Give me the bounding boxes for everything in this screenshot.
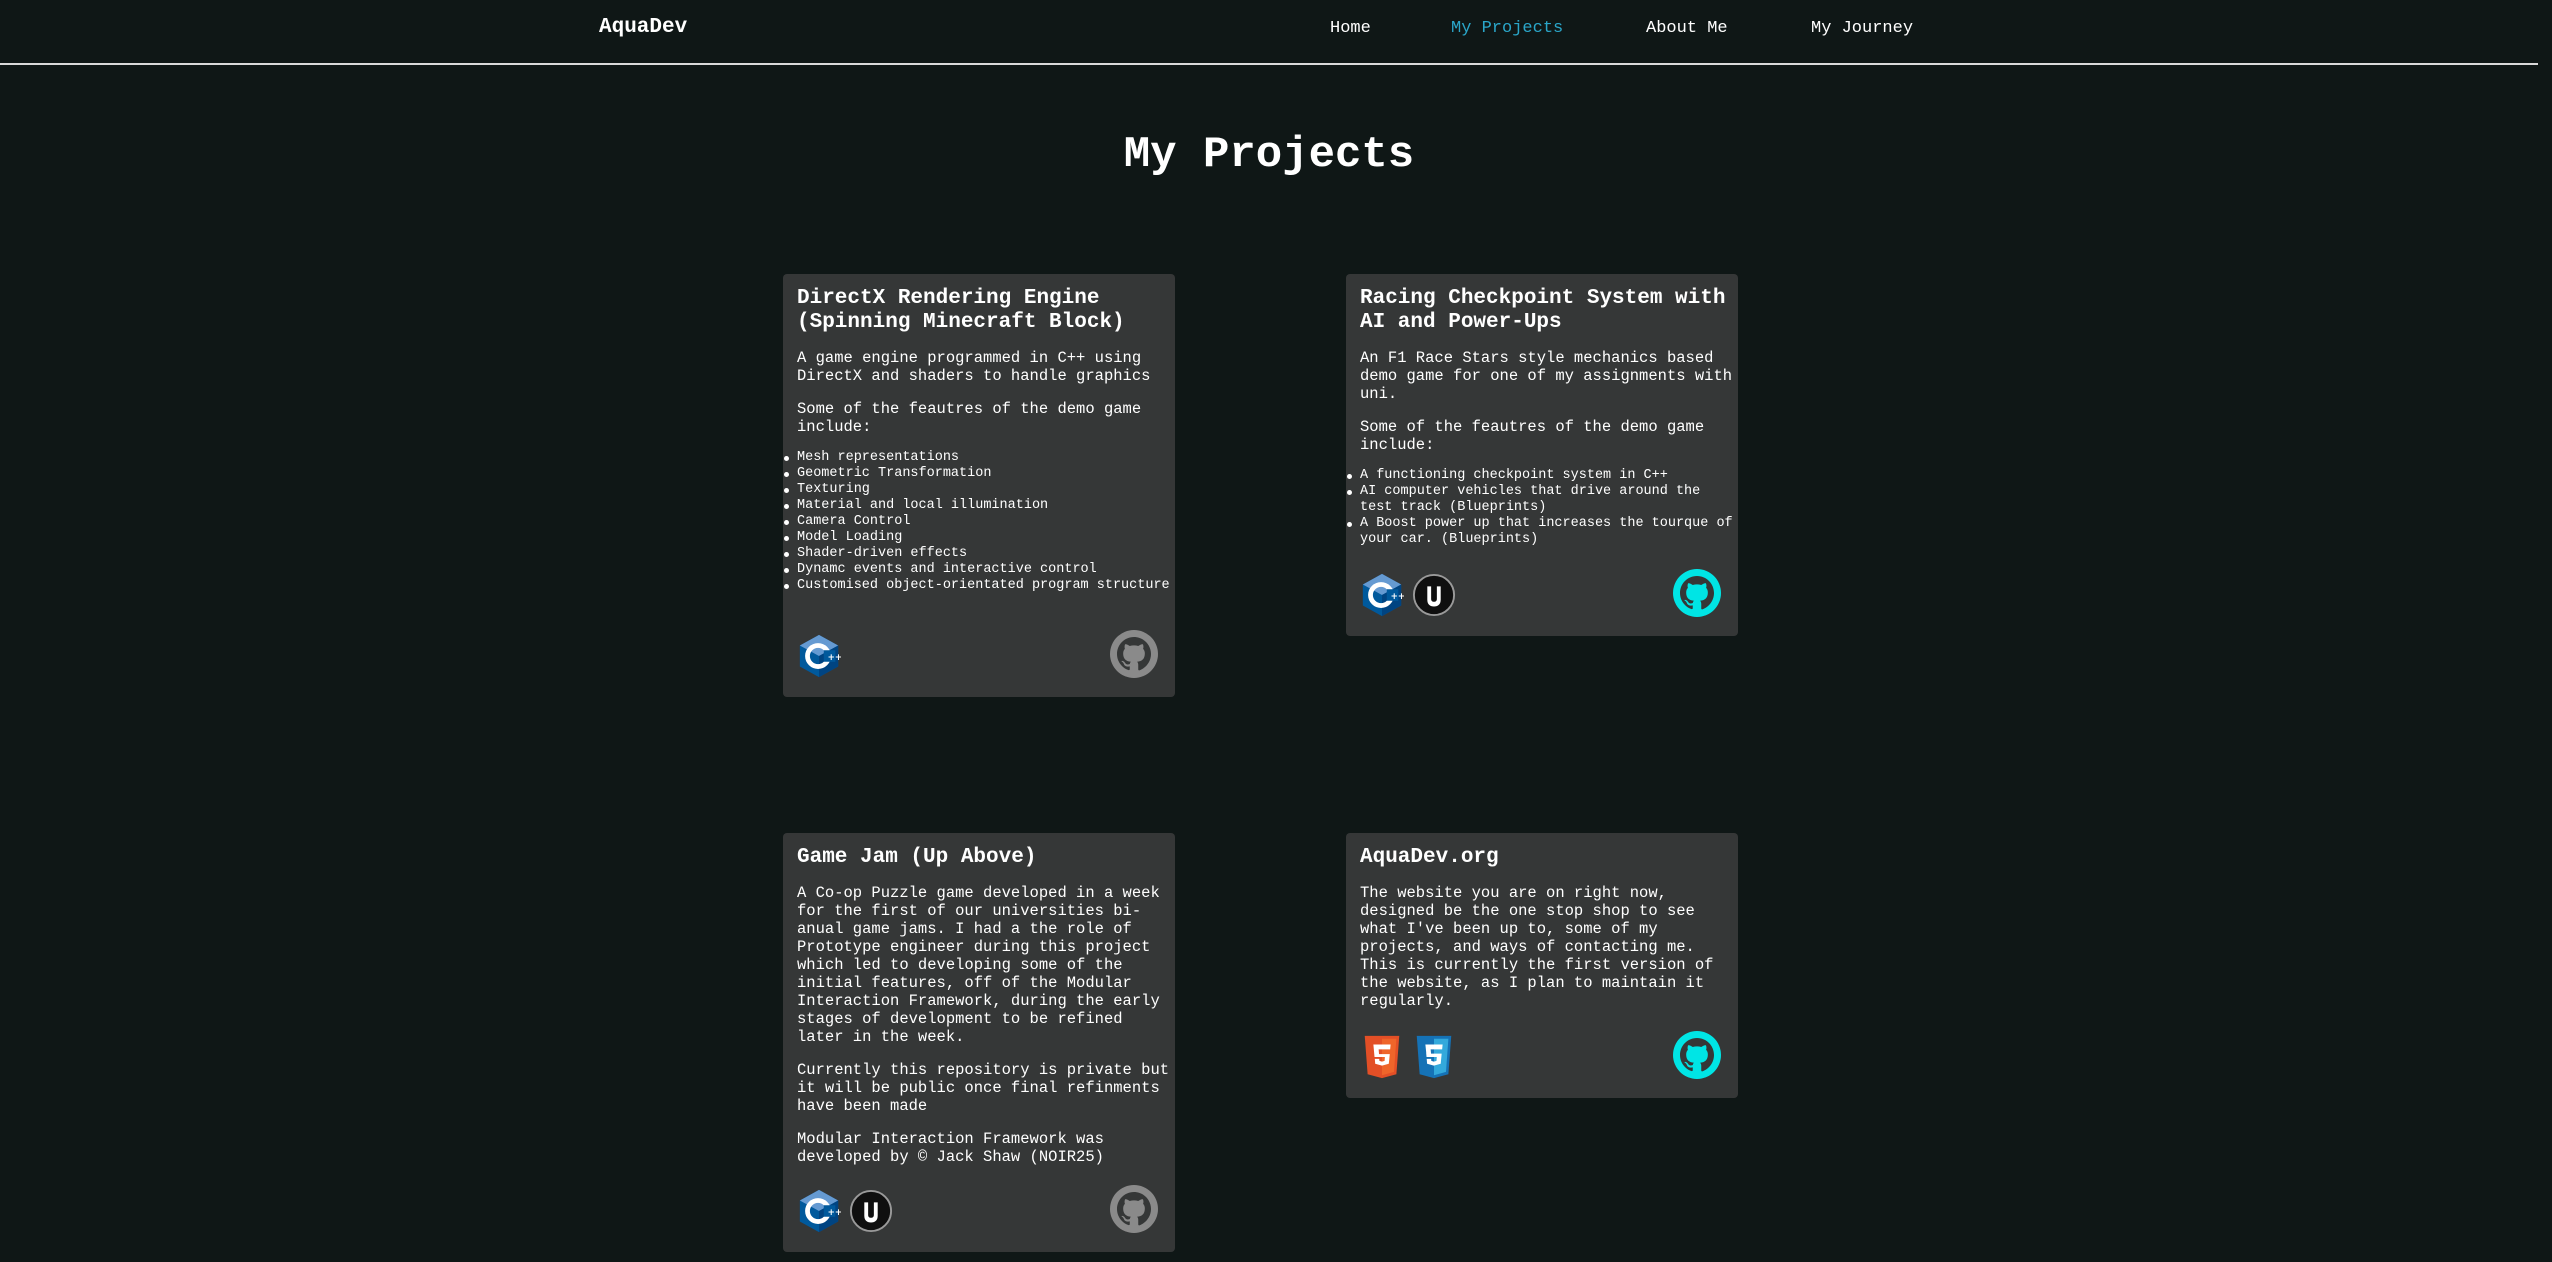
nav-link-my-journey[interactable]: My Journey (1811, 19, 1913, 38)
svg-text:++: ++ (828, 653, 841, 663)
tech-icons (1360, 1034, 1456, 1080)
github-link[interactable] (1672, 568, 1722, 618)
project-title: DirectX Rendering Engine (Spinning Minec… (797, 287, 1125, 334)
unreal-icon (1412, 573, 1456, 617)
feature-list: A functioning checkpoint system in C++ A… (1347, 468, 1738, 548)
project-description: An F1 Race Stars style mechanics based d… (1360, 349, 1733, 403)
feature-item: Shader-driven effects (784, 546, 1175, 562)
feature-item: Model Loading (784, 530, 1175, 546)
tech-icons: ++ (797, 633, 841, 679)
unreal-icon (849, 1189, 893, 1233)
svg-text:++: ++ (1391, 592, 1404, 602)
brand-logo-link[interactable]: AquaDev (599, 16, 687, 39)
project-note: Currently this repository is private but… (797, 1061, 1170, 1115)
card-footer: ++ (797, 1182, 1159, 1234)
feature-list: Mesh representations Geometric Transform… (784, 450, 1175, 594)
project-title: Racing Checkpoint System with AI and Pow… (1360, 287, 1726, 334)
card-footer: ++ (797, 627, 1159, 679)
page: AquaDev Home My Projects About Me My Jou… (0, 0, 2552, 1262)
feature-item: A Boost power up that increases the tour… (1347, 516, 1738, 548)
github-link[interactable] (1109, 1184, 1159, 1234)
github-icon (1673, 569, 1721, 617)
cpp-icon: ++ (1362, 573, 1404, 617)
project-description: A Co-op Puzzle game developed in a week … (797, 884, 1160, 1046)
feature-item: Dynamc events and interactive control (784, 562, 1175, 578)
github-link[interactable] (1672, 1030, 1722, 1080)
project-description: The website you are on right now, design… (1360, 884, 1714, 1010)
page-title: My Projects (1123, 130, 1415, 180)
cpp-icon: ++ (799, 634, 841, 678)
navbar: AquaDev Home My Projects About Me My Jou… (0, 0, 2538, 65)
feature-item: AI computer vehicles that drive around t… (1347, 484, 1738, 516)
project-card-racing: Racing Checkpoint System with AI and Pow… (1346, 274, 1738, 636)
project-card-game-jam: Game Jam (Up Above) A Co-op Puzzle game … (783, 833, 1175, 1252)
github-icon (1110, 630, 1158, 678)
project-title: Game Jam (Up Above) (797, 846, 1037, 869)
feature-item: A functioning checkpoint system in C++ (1347, 468, 1738, 484)
feature-item: Geometric Transformation (784, 466, 1175, 482)
project-title: AquaDev.org (1360, 846, 1499, 869)
html5-icon (1364, 1035, 1400, 1079)
tech-icons: ++ (797, 1188, 893, 1234)
github-link[interactable] (1109, 629, 1159, 679)
tech-icons: ++ (1360, 572, 1456, 618)
project-description: A game engine programmed in C++ using Di… (797, 349, 1151, 385)
project-card-aquadev-org: AquaDev.org The website you are on right… (1346, 833, 1738, 1098)
github-icon (1673, 1031, 1721, 1079)
feature-item: Mesh representations (784, 450, 1175, 466)
nav-link-about-me[interactable]: About Me (1646, 19, 1728, 38)
feature-item: Camera Control (784, 514, 1175, 530)
card-footer: ++ (1360, 566, 1722, 618)
feature-item: Material and local illumination (784, 498, 1175, 514)
cpp-icon: ++ (799, 1189, 841, 1233)
nav-link-home[interactable]: Home (1330, 19, 1371, 38)
project-credit: Modular Interaction Framework was develo… (797, 1130, 1104, 1166)
css3-icon (1416, 1035, 1452, 1079)
github-icon (1110, 1185, 1158, 1233)
project-features-intro: Some of the feautres of the demo game in… (797, 400, 1142, 436)
nav-link-my-projects[interactable]: My Projects (1451, 19, 1563, 38)
project-card-directx: DirectX Rendering Engine (Spinning Minec… (783, 274, 1175, 697)
project-features-intro: Some of the feautres of the demo game in… (1360, 418, 1705, 454)
svg-text:++: ++ (828, 1208, 841, 1218)
feature-item: Texturing (784, 482, 1175, 498)
feature-item: Customised object-orientated program str… (784, 578, 1175, 594)
card-footer (1360, 1028, 1722, 1080)
